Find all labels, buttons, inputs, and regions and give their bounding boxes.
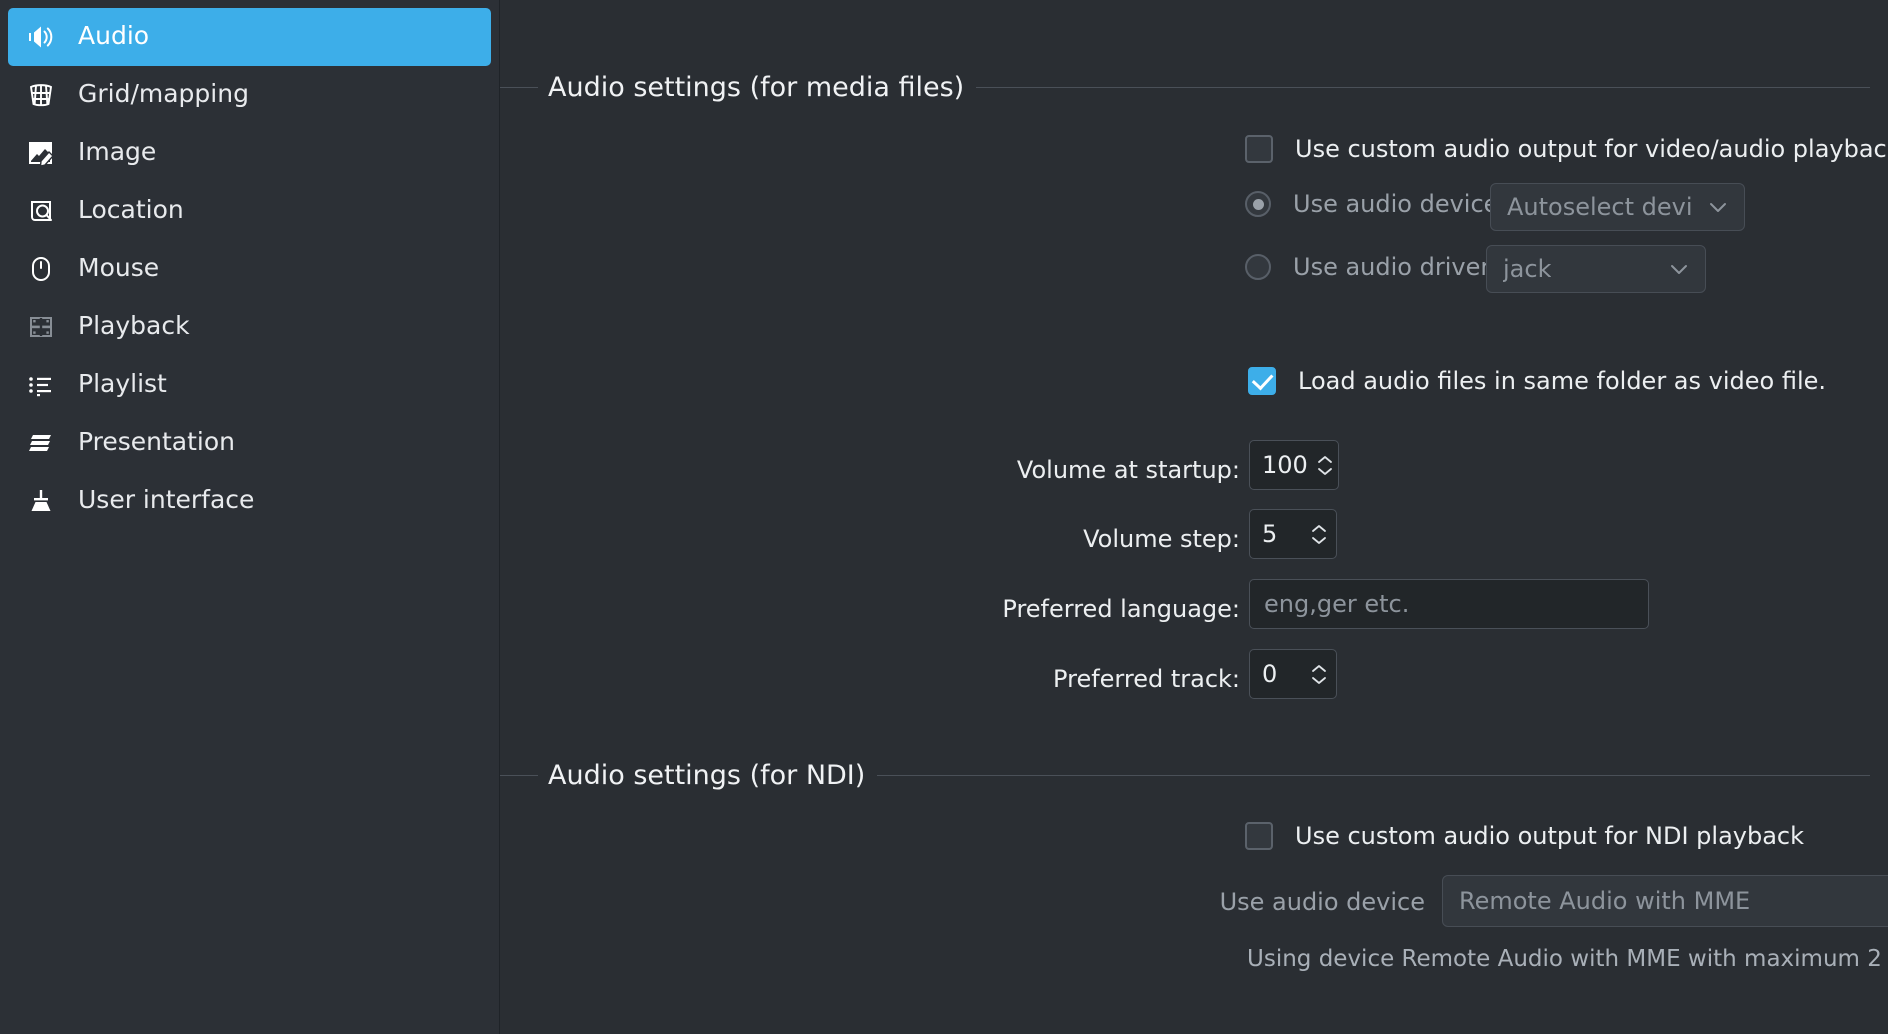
- use-audio-driver-label: Use audio driver: [1293, 253, 1491, 281]
- volume-step-value: 5: [1262, 520, 1278, 548]
- ndi-custom-audio-output-checkbox[interactable]: [1245, 822, 1273, 850]
- sidebar-item-user-interface[interactable]: User interface: [8, 472, 491, 530]
- volume-at-startup-spinbox[interactable]: 100: [1249, 440, 1339, 490]
- load-audio-files-checkbox-row[interactable]: Load audio files in same folder as video…: [1248, 367, 1826, 395]
- image-icon: [24, 136, 58, 170]
- group-title-text: Audio settings (for media files): [548, 72, 965, 103]
- use-audio-device-label: Use audio device: [1293, 190, 1499, 218]
- sidebar-item-grid-mapping[interactable]: Grid/mapping: [8, 66, 491, 124]
- custom-audio-output-label: Use custom audio output for video/audio …: [1295, 135, 1888, 163]
- sidebar-item-mouse[interactable]: Mouse: [8, 240, 491, 298]
- volume-step-stepper[interactable]: [1308, 524, 1330, 545]
- settings-sidebar: Audio Grid/mapping Image Location Mouse …: [0, 0, 500, 1034]
- custom-audio-output-checkbox[interactable]: [1245, 135, 1273, 163]
- sidebar-item-label: Audio: [78, 21, 150, 50]
- chevron-down-icon: [1706, 195, 1730, 219]
- sidebar-item-label: Grid/mapping: [78, 79, 249, 108]
- group-divider-left: [500, 775, 538, 776]
- preferred-track-label: Preferred track:: [1053, 665, 1240, 693]
- group-title-text: Audio settings (for NDI): [548, 760, 866, 791]
- sidebar-item-label: Location: [78, 195, 184, 224]
- volume-at-startup-label: Volume at startup:: [1016, 456, 1240, 484]
- sidebar-item-label: Playback: [78, 311, 190, 340]
- sidebar-item-label: Mouse: [78, 253, 160, 282]
- ndi-device-status-text: Using device Remote Audio with MME with …: [1247, 946, 1888, 972]
- audio-settings-panel: Audio settings (for media files) Use cus…: [500, 0, 1888, 1034]
- sidebar-item-playlist[interactable]: Playlist: [8, 356, 491, 414]
- settings-window: Audio Grid/mapping Image Location Mouse …: [0, 0, 1888, 1034]
- sidebar-item-image[interactable]: Image: [8, 124, 491, 182]
- mouse-icon: [24, 252, 58, 286]
- brush-icon: [24, 484, 58, 518]
- preferred-language-label: Preferred language:: [1002, 595, 1240, 623]
- use-audio-device-radio[interactable]: [1245, 191, 1271, 217]
- media-files-group-title: Audio settings (for media files): [500, 72, 1888, 103]
- use-audio-driver-radio[interactable]: [1245, 254, 1271, 280]
- use-audio-device-radio-row[interactable]: Use audio device: [1245, 190, 1498, 218]
- preferred-track-value: 0: [1262, 660, 1278, 688]
- volume-step-spinbox[interactable]: 5: [1249, 509, 1337, 559]
- filmstrip-icon: [24, 310, 58, 344]
- sidebar-item-label: User interface: [78, 485, 255, 514]
- preferred-language-input[interactable]: eng,ger etc.: [1249, 579, 1649, 629]
- audio-driver-combobox-value: jack: [1503, 255, 1552, 283]
- playlist-icon: [24, 368, 58, 402]
- volume-at-startup-value: 100: [1262, 451, 1308, 479]
- ndi-audio-device-combobox[interactable]: Remote Audio with MME: [1442, 875, 1888, 927]
- chevron-down-icon: [1667, 257, 1691, 281]
- sidebar-item-audio[interactable]: Audio: [8, 8, 491, 66]
- ndi-audio-device-combobox-value: Remote Audio with MME: [1459, 887, 1751, 915]
- group-divider-right: [976, 87, 1870, 88]
- volume-at-startup-stepper[interactable]: [1314, 455, 1336, 476]
- ndi-use-audio-device-label: Use audio device: [1219, 888, 1425, 916]
- ndi-custom-audio-output-label: Use custom audio output for NDI playback: [1295, 822, 1805, 850]
- custom-audio-output-checkbox-row[interactable]: Use custom audio output for video/audio …: [1245, 135, 1888, 163]
- load-audio-files-checkbox[interactable]: [1248, 367, 1276, 395]
- ndi-group-title: Audio settings (for NDI): [500, 760, 1888, 791]
- layers-icon: [24, 426, 58, 460]
- audio-device-combobox-value: Autoselect device: [1507, 193, 1692, 221]
- sidebar-item-presentation[interactable]: Presentation: [8, 414, 491, 472]
- sidebar-item-playback[interactable]: Playback: [8, 298, 491, 356]
- audio-driver-combobox[interactable]: jack: [1486, 245, 1706, 293]
- ndi-custom-output-checkbox-row[interactable]: Use custom audio output for NDI playback: [1245, 822, 1804, 850]
- preferred-track-stepper[interactable]: [1308, 664, 1330, 685]
- load-audio-files-label: Load audio files in same folder as video…: [1298, 367, 1827, 395]
- location-icon: [24, 194, 58, 228]
- volume-step-label: Volume step:: [1083, 525, 1240, 553]
- preferred-language-placeholder: eng,ger etc.: [1264, 590, 1410, 618]
- grid-mapping-icon: [24, 78, 58, 112]
- sidebar-item-location[interactable]: Location: [8, 182, 491, 240]
- group-divider-right: [877, 775, 1870, 776]
- sidebar-item-label: Presentation: [78, 427, 236, 456]
- group-divider-left: [500, 87, 538, 88]
- speaker-icon: [24, 20, 58, 54]
- sidebar-item-label: Playlist: [78, 369, 167, 398]
- sidebar-item-label: Image: [78, 137, 157, 166]
- preferred-track-spinbox[interactable]: 0: [1249, 649, 1337, 699]
- use-audio-driver-radio-row[interactable]: Use audio driver: [1245, 253, 1490, 281]
- audio-device-combobox[interactable]: Autoselect device: [1490, 183, 1745, 231]
